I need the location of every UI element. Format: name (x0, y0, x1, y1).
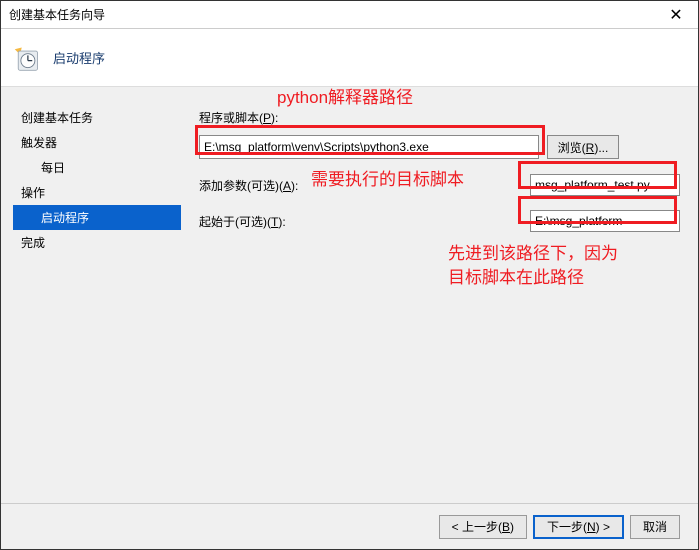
header: 启动程序 (1, 29, 698, 87)
cancel-button[interactable]: 取消 (630, 515, 680, 539)
sidebar-item-start-program[interactable]: 启动程序 (13, 205, 181, 230)
args-label: 添加参数(可选)(A): (199, 177, 329, 194)
sidebar: 创建基本任务 触发器 每日 操作 启动程序 完成 (1, 87, 181, 503)
startin-input[interactable] (530, 210, 680, 232)
browse-button[interactable]: 浏览(R)... (547, 135, 619, 159)
wizard-body: 创建基本任务 触发器 每日 操作 启动程序 完成 程序或脚本(P): 浏览(R)… (1, 87, 698, 503)
sidebar-item-daily[interactable]: 每日 (13, 155, 181, 180)
args-input[interactable] (530, 174, 680, 196)
footer: < 上一步(B) 下一步(N) > 取消 (1, 503, 698, 549)
sidebar-item-create-task[interactable]: 创建基本任务 (13, 105, 181, 130)
back-button[interactable]: < 上一步(B) (439, 515, 527, 539)
close-icon[interactable]: ✕ (654, 1, 698, 29)
startin-label: 起始于(可选)(T): (199, 213, 329, 230)
window-title: 创建基本任务向导 (9, 6, 105, 23)
script-input[interactable] (199, 135, 539, 159)
script-label: 程序或脚本(P): (199, 109, 309, 126)
wizard-window: 创建基本任务向导 ✕ 启动程序 创建基本任务 触发器 每日 操作 启动程序 完成… (0, 0, 699, 550)
sidebar-item-action[interactable]: 操作 (13, 180, 181, 205)
content-area: 程序或脚本(P): 浏览(R)... 添加参数(可选)(A): 起始于(可选)(… (181, 87, 698, 503)
annotation-path-note-l1: 先进到该路径下，因为 (448, 239, 618, 264)
clock-icon (13, 44, 41, 72)
sidebar-item-trigger[interactable]: 触发器 (13, 130, 181, 155)
titlebar: 创建基本任务向导 ✕ (1, 1, 698, 29)
annotation-path-note-l2: 目标脚本在此路径 (448, 263, 584, 288)
page-title: 启动程序 (53, 48, 105, 67)
next-button[interactable]: 下一步(N) > (533, 515, 624, 539)
sidebar-item-finish[interactable]: 完成 (13, 230, 181, 255)
